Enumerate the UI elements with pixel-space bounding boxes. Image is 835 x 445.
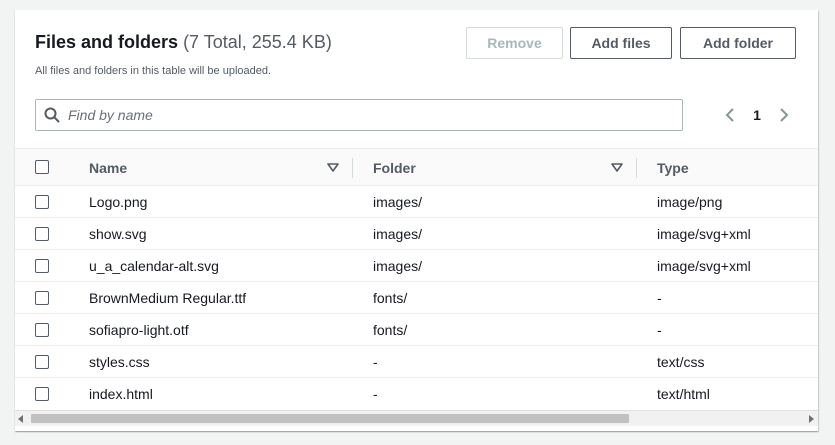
row-checkbox[interactable]: [35, 387, 49, 401]
add-folder-button[interactable]: Add folder: [680, 27, 796, 59]
column-header-folder[interactable]: Folder: [373, 160, 416, 176]
column-header-type[interactable]: Type: [657, 160, 689, 176]
column-header-name[interactable]: Name: [89, 160, 127, 176]
table-row[interactable]: Logo.png images/ image/png: [15, 186, 818, 218]
file-type: image/png: [657, 194, 723, 210]
file-type: text/html: [657, 386, 710, 402]
files-and-folders-panel: Files and folders (7 Total, 255.4 KB) Al…: [15, 10, 818, 431]
file-name: styles.css: [89, 354, 150, 370]
file-type: image/svg+xml: [657, 258, 751, 274]
row-checkbox[interactable]: [35, 227, 49, 241]
previous-page-button[interactable]: [721, 103, 739, 127]
sort-folder-icon[interactable]: [611, 163, 623, 173]
search-input[interactable]: [68, 100, 668, 130]
file-type: image/svg+xml: [657, 226, 751, 242]
sort-name-icon[interactable]: [327, 163, 339, 173]
file-name: u_a_calendar-alt.svg: [89, 258, 219, 274]
table-row[interactable]: BrownMedium Regular.ttf fonts/ -: [15, 282, 818, 314]
table-row[interactable]: show.svg images/ image/svg+xml: [15, 218, 818, 250]
file-name: Logo.png: [89, 194, 148, 210]
file-folder: fonts/: [373, 322, 408, 338]
row-checkbox[interactable]: [35, 355, 49, 369]
file-folder: -: [373, 354, 378, 370]
file-name: sofiapro-light.otf: [89, 322, 189, 338]
total-count: (7 Total, 255.4 KB): [183, 32, 332, 52]
table-header: Name Folder Type: [15, 148, 818, 186]
file-folder: images/: [373, 194, 423, 210]
file-folder: images/: [373, 258, 423, 274]
scrollbar-thumb[interactable]: [31, 414, 629, 423]
add-files-button[interactable]: Add files: [570, 27, 672, 59]
file-folder: images/: [373, 226, 423, 242]
select-all-checkbox[interactable]: [35, 160, 49, 174]
panel-title: Files and folders (7 Total, 255.4 KB): [35, 32, 332, 53]
row-checkbox[interactable]: [35, 195, 49, 209]
file-name: show.svg: [89, 226, 147, 242]
next-page-button[interactable]: [775, 103, 793, 127]
row-checkbox[interactable]: [35, 323, 49, 337]
scroll-left-arrow-icon[interactable]: [18, 415, 24, 423]
chevron-right-icon: [780, 108, 789, 122]
file-type: text/css: [657, 354, 705, 370]
file-folder: -: [373, 386, 378, 402]
column-divider[interactable]: [636, 158, 637, 178]
table-row[interactable]: index.html - text/html: [15, 378, 818, 409]
files-table: Name Folder Type Logo.png images/ image/…: [15, 148, 818, 409]
scroll-right-arrow-icon[interactable]: [808, 415, 814, 423]
current-page-number[interactable]: 1: [747, 103, 767, 127]
table-row[interactable]: sofiapro-light.otf fonts/ -: [15, 314, 818, 346]
row-checkbox[interactable]: [35, 291, 49, 305]
file-name: index.html: [89, 386, 153, 402]
table-row[interactable]: styles.css - text/css: [15, 346, 818, 378]
panel-description: All files and folders in this table will…: [35, 65, 272, 77]
title-text: Files and folders: [35, 32, 179, 52]
file-type: -: [657, 290, 662, 306]
file-name: BrownMedium Regular.ttf: [89, 290, 247, 306]
horizontal-scrollbar[interactable]: [15, 410, 818, 426]
search-field[interactable]: [35, 99, 683, 131]
row-checkbox[interactable]: [35, 259, 49, 273]
search-icon: [44, 107, 60, 123]
remove-button[interactable]: Remove: [466, 27, 563, 59]
chevron-left-icon: [725, 108, 734, 122]
column-divider[interactable]: [352, 158, 353, 178]
table-row[interactable]: u_a_calendar-alt.svg images/ image/svg+x…: [15, 250, 818, 282]
file-type: -: [657, 322, 662, 338]
file-folder: fonts/: [373, 290, 408, 306]
